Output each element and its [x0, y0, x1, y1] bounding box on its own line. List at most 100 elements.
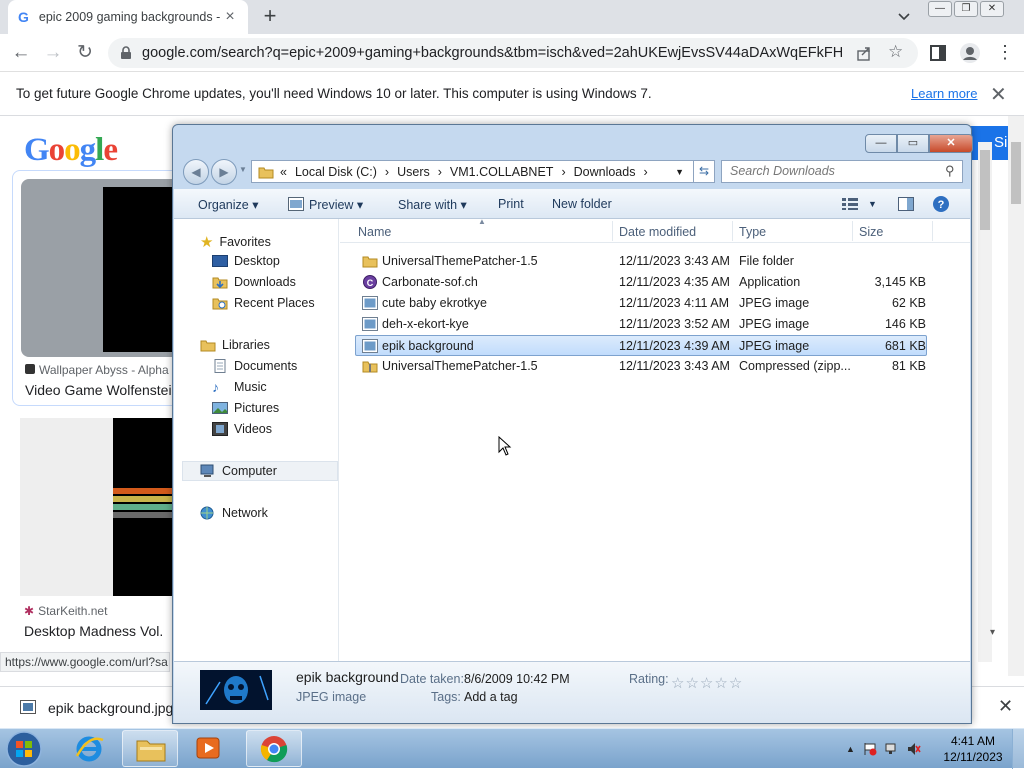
breadcrumb-separator[interactable]: ›: [561, 165, 565, 179]
url-text[interactable]: google.com/search?q=epic+2009+gaming+bac…: [142, 45, 842, 61]
nav-desktop[interactable]: Desktop: [212, 254, 280, 268]
taskbar-ie-button[interactable]: [62, 730, 118, 767]
downloaded-file-name[interactable]: epik background.jpg: [48, 700, 173, 716]
recent-pages-chevron-icon[interactable]: ▼: [239, 165, 247, 174]
taskbar-media-player-button[interactable]: [182, 730, 238, 767]
new-folder-button[interactable]: New folder: [552, 197, 612, 211]
image-result-card[interactable]: Wallpaper Abyss - Alpha Video Game Wolfe…: [12, 170, 192, 406]
breadcrumb-separator[interactable]: ›: [438, 165, 442, 179]
column-name[interactable]: Name: [358, 225, 391, 239]
file-row-selected[interactable]: epik background 12/11/2023 4:39 AM JPEG …: [355, 335, 927, 356]
nav-documents[interactable]: Documents: [212, 359, 297, 373]
file-row[interactable]: C Carbonate-sof.ch 12/11/2023 4:35 AM Ap…: [356, 272, 928, 293]
taskbar-chrome-button[interactable]: [246, 730, 302, 767]
results-scrollbar[interactable]: [978, 142, 992, 662]
rating-star-icon[interactable]: ☆: [685, 674, 698, 692]
file-row[interactable]: cute baby ekrotkye 12/11/2023 4:11 AM JP…: [356, 293, 928, 314]
breadcrumb-separator[interactable]: ›: [385, 165, 389, 179]
google-doodle-logo[interactable]: Google: [24, 132, 118, 169]
nav-libraries[interactable]: Libraries: [200, 338, 270, 352]
network-status-icon[interactable]: [885, 742, 899, 756]
info-bar-close-button[interactable]: ✕: [990, 82, 1007, 107]
nav-pictures[interactable]: Pictures: [212, 401, 279, 415]
column-size[interactable]: Size: [859, 225, 883, 239]
column-divider[interactable]: [852, 221, 853, 241]
tab-search-chevron-icon[interactable]: [893, 9, 915, 25]
page-scrollbar[interactable]: [1008, 116, 1024, 676]
rating-stars[interactable]: ☆ ☆ ☆ ☆ ☆: [671, 674, 742, 692]
address-dropdown-icon[interactable]: ▼: [675, 167, 684, 177]
restore-button[interactable]: ❐: [954, 1, 978, 17]
download-scroll-chevron-icon[interactable]: ▾: [990, 627, 995, 638]
address-bar[interactable]: google.com/search?q=epic+2009+gaming+bac…: [108, 38, 918, 68]
column-divider[interactable]: [732, 221, 733, 241]
breadcrumb-local-disk[interactable]: Local Disk (C:): [295, 165, 377, 179]
share-icon[interactable]: [856, 45, 872, 61]
help-icon[interactable]: ?: [932, 195, 950, 213]
nav-videos[interactable]: Videos: [212, 422, 272, 436]
new-tab-button[interactable]: +: [258, 5, 282, 29]
breadcrumb-users[interactable]: Users: [397, 165, 430, 179]
side-panel-icon[interactable]: [930, 45, 946, 61]
breadcrumb-back[interactable]: «: [280, 165, 287, 179]
preview-button[interactable]: Preview ▾: [309, 197, 363, 212]
breadcrumb-downloads[interactable]: Downloads: [574, 165, 636, 179]
date-taken-value[interactable]: 8/6/2009 10:42 PM: [464, 672, 570, 686]
breadcrumb-separator[interactable]: ›: [643, 165, 647, 179]
tab-close-button[interactable]: ×: [222, 8, 238, 26]
search-downloads-input[interactable]: Search Downloads: [721, 160, 963, 183]
volume-muted-icon[interactable]: [907, 742, 921, 756]
result-thumbnail[interactable]: [20, 418, 175, 596]
forward-button[interactable]: ▶: [211, 159, 237, 185]
browser-menu-icon[interactable]: ⋮: [996, 42, 1014, 62]
forward-arrow-icon[interactable]: →: [42, 42, 64, 64]
nav-music[interactable]: ♪ Music: [212, 380, 267, 394]
learn-more-link[interactable]: Learn more: [911, 86, 977, 101]
result-thumbnail[interactable]: [21, 179, 186, 357]
file-row[interactable]: UniversalThemePatcher-1.5 12/11/2023 3:4…: [356, 251, 928, 272]
nav-recent-places[interactable]: Recent Places: [212, 296, 315, 310]
breadcrumb-vm1[interactable]: VM1.COLLABNET: [450, 165, 554, 179]
organize-button[interactable]: Organize ▾: [198, 197, 258, 212]
result-title[interactable]: Video Game Wolfenstei: [25, 382, 172, 398]
minimize-button[interactable]: —: [928, 1, 952, 17]
close-window-button[interactable]: ✕: [980, 1, 1004, 17]
rating-star-icon[interactable]: ☆: [729, 674, 742, 692]
column-divider[interactable]: [932, 221, 933, 241]
explorer-maximize-button[interactable]: ▭: [897, 134, 929, 153]
view-dropdown-icon[interactable]: ▼: [868, 199, 877, 209]
profile-avatar-icon[interactable]: [959, 42, 981, 64]
add-tag-field[interactable]: Add a tag: [464, 690, 518, 704]
column-divider[interactable]: [612, 221, 613, 241]
reload-icon[interactable]: ↻: [74, 42, 96, 64]
lock-icon[interactable]: [120, 46, 132, 60]
download-shelf-close-button[interactable]: ✕: [998, 696, 1013, 717]
column-type[interactable]: Type: [739, 225, 766, 239]
result-title[interactable]: Desktop Madness Vol.: [24, 623, 163, 639]
explorer-minimize-button[interactable]: —: [865, 134, 897, 153]
search-icon[interactable]: ⚲: [945, 163, 955, 179]
show-hidden-icons-button[interactable]: ▲: [846, 742, 855, 756]
explorer-close-button[interactable]: ✕: [929, 134, 973, 153]
refresh-button[interactable]: ⇆: [693, 160, 715, 183]
column-date-modified[interactable]: Date modified: [619, 225, 696, 239]
action-center-flag-icon[interactable]: [863, 742, 877, 756]
nav-downloads[interactable]: Downloads: [212, 275, 296, 289]
rating-star-icon[interactable]: ☆: [700, 674, 713, 692]
start-button[interactable]: [2, 730, 46, 768]
print-button[interactable]: Print: [498, 197, 524, 211]
show-desktop-button[interactable]: [1012, 729, 1024, 769]
rating-star-icon[interactable]: ☆: [714, 674, 727, 692]
share-with-button[interactable]: Share with ▾: [398, 197, 467, 212]
taskbar-explorer-button[interactable]: [122, 730, 178, 767]
explorer-address-bar[interactable]: « Local Disk (C:) › Users › VM1.COLLABNE…: [251, 160, 699, 183]
taskbar-clock[interactable]: 4:41 AM 12/11/2023: [938, 733, 1008, 765]
bookmark-star-icon[interactable]: ☆: [888, 42, 903, 62]
back-button[interactable]: ◀: [183, 159, 209, 185]
nav-computer[interactable]: Computer: [200, 464, 277, 478]
file-row[interactable]: deh-x-ekort-kye 12/11/2023 3:52 AM JPEG …: [356, 314, 928, 335]
file-row[interactable]: UniversalThemePatcher-1.5 12/11/2023 3:4…: [356, 356, 928, 377]
back-arrow-icon[interactable]: ←: [10, 42, 32, 64]
nav-favorites[interactable]: ★ Favorites: [200, 233, 271, 251]
rating-star-icon[interactable]: ☆: [671, 674, 684, 692]
